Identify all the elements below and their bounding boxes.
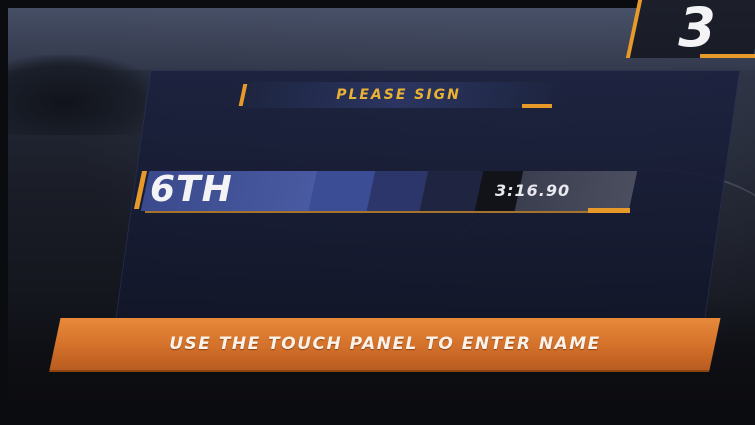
name-slot-1 [308,171,376,211]
lap-number: 3 [678,0,718,59]
name-slot-3 [419,171,484,211]
instruction-text: USE THE TOUCH PANEL TO ENTER NAME [169,334,601,354]
top-border [0,0,640,8]
lap-counter-accent [700,54,755,58]
name-slot-2 [366,171,429,211]
finish-rank: 6TH [150,169,233,210]
finish-time: 3:16.90 [495,181,571,200]
panel-title: PLEASE SIGN [336,87,461,103]
tree-line [0,55,160,135]
left-border [0,0,8,425]
